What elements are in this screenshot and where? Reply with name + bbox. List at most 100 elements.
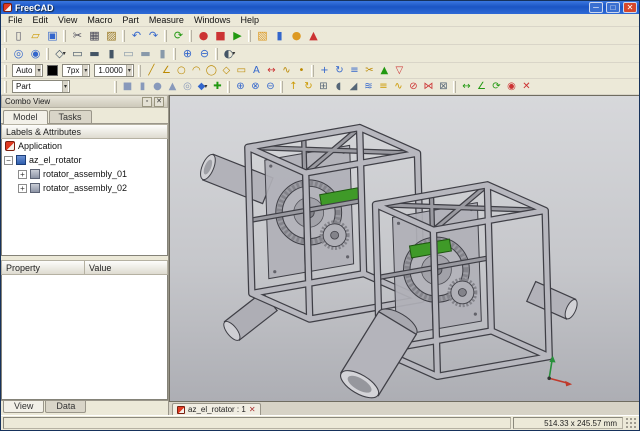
paste-button[interactable]: ▨ — [103, 28, 120, 44]
boolean-union-button[interactable]: ⊕ — [233, 80, 248, 94]
dock-close-button[interactable]: ✕ — [154, 96, 164, 107]
property-table-body[interactable] — [1, 275, 168, 400]
toolbar-drag-handle[interactable] — [137, 64, 141, 77]
part-compound-button[interactable]: ⊠ — [436, 80, 451, 94]
3d-scene[interactable] — [170, 96, 639, 401]
solid-cylinder-button[interactable]: ▮ — [271, 28, 288, 44]
part-chamfer-button[interactable]: ◢ — [346, 80, 361, 94]
toolbar-drag-handle[interactable] — [4, 47, 7, 60]
line-color-swatch[interactable] — [47, 65, 59, 76]
view-right-button[interactable]: ▮ — [103, 46, 120, 62]
draft-arc-button[interactable]: ◠ — [189, 64, 204, 78]
3d-viewport[interactable] — [169, 95, 639, 402]
expander-icon[interactable]: + — [18, 169, 27, 179]
tab-view[interactable]: View — [3, 401, 45, 413]
part-cone-button[interactable]: ▲ — [165, 80, 180, 94]
toolbar-drag-handle[interactable] — [4, 80, 7, 93]
draw-style-button[interactable]: ◐ ▾ — [221, 46, 238, 62]
toolbar-drag-handle[interactable] — [453, 80, 456, 93]
menu-help[interactable]: Help — [235, 14, 264, 26]
zoom-out-button[interactable]: ⊖ — [196, 46, 213, 62]
part-cross-sections-button[interactable]: ⋈ — [421, 80, 436, 94]
draft-line-button[interactable]: ╱ — [144, 64, 159, 78]
menu-view[interactable]: View — [53, 14, 82, 26]
menu-measure[interactable]: Measure — [144, 14, 189, 26]
view-bottom-button[interactable]: ▬ — [137, 46, 154, 62]
menu-part[interactable]: Part — [117, 14, 144, 26]
draft-bspline-button[interactable]: ∿ — [279, 64, 294, 78]
tab-tasks[interactable]: Tasks — [48, 110, 92, 123]
draft-point-button[interactable]: • — [294, 64, 309, 78]
draft-offset-button[interactable]: ≡ — [347, 64, 362, 78]
tree-root-application[interactable]: Application — [1, 139, 168, 152]
toolbar-drag-handle[interactable] — [164, 29, 167, 42]
draft-ellipse-button[interactable]: ◯ — [204, 64, 219, 78]
macro-record-button[interactable]: ● — [195, 28, 212, 44]
tab-model[interactable]: Model — [3, 110, 48, 124]
boolean-common-button[interactable]: ⊗ — [248, 80, 263, 94]
menu-windows[interactable]: Windows — [189, 14, 236, 26]
expander-icon[interactable]: − — [4, 155, 13, 165]
toolbar-drag-handle[interactable] — [189, 29, 192, 42]
part-mirror-button[interactable]: ⊞ — [316, 80, 331, 94]
tree-item-rotator_assembly_01[interactable]: + rotator_assembly_01 — [4, 167, 167, 181]
tree-item-document[interactable]: − az_el_rotator — [4, 153, 167, 167]
scale-spinbox[interactable]: 1.0000 ▾ — [94, 64, 134, 77]
draft-trimex-button[interactable]: ✂ — [362, 64, 377, 78]
toolbar-drag-handle[interactable] — [227, 80, 230, 93]
workbench-selector[interactable]: Part ▾ — [12, 80, 70, 93]
part-extrude-button[interactable]: ↑ — [286, 80, 301, 94]
save-document-button[interactable]: ▣ — [44, 28, 61, 44]
draft-plane-combo[interactable]: Auto ▾ — [12, 64, 44, 77]
part-torus-button[interactable]: ◎ — [180, 80, 195, 94]
part-sphere-button[interactable]: ● — [150, 80, 165, 94]
view-top-button[interactable]: ▬ — [86, 46, 103, 62]
macro-run-button[interactable]: ▶ — [229, 28, 246, 44]
draft-circle-button[interactable]: ○ — [174, 64, 189, 78]
solid-sphere-button[interactable]: ● — [288, 28, 305, 44]
part-loft-button[interactable]: ≡ — [376, 80, 391, 94]
part-fillet-button[interactable]: ◖ — [331, 80, 346, 94]
part-revolve-button[interactable]: ↻ — [301, 80, 316, 94]
zoom-in-button[interactable]: ⊕ — [179, 46, 196, 62]
toolbar-drag-handle[interactable] — [4, 64, 7, 77]
minimize-button[interactable]: ─ — [589, 2, 603, 13]
tab-data[interactable]: Data — [45, 401, 87, 413]
cut-button[interactable]: ✂ — [69, 28, 86, 44]
copy-button[interactable]: ▦ — [86, 28, 103, 44]
toolbar-drag-handle[interactable] — [114, 80, 117, 93]
expander-icon[interactable]: + — [18, 183, 27, 193]
view-fit-all-button[interactable]: ◎ — [10, 46, 27, 62]
draft-move-button[interactable]: + — [317, 64, 332, 78]
draft-upgrade-button[interactable]: ▲ — [377, 64, 392, 78]
view-left-button[interactable]: ▮ — [154, 46, 171, 62]
refresh-button[interactable]: ⟳ — [170, 28, 187, 44]
open-document-button[interactable]: ▱ — [27, 28, 44, 44]
toolbar-drag-handle[interactable] — [248, 29, 251, 42]
measure-linear-button[interactable]: ↔ — [459, 80, 474, 94]
part-ruled-surface-button[interactable]: ≋ — [361, 80, 376, 94]
menu-macro[interactable]: Macro — [82, 14, 117, 26]
part-section-button[interactable]: ⊘ — [406, 80, 421, 94]
line-width-combo[interactable]: 7px ▾ — [62, 64, 91, 77]
part-sweep-button[interactable]: ∿ — [391, 80, 406, 94]
view-fit-selection-button[interactable]: ◉ — [27, 46, 44, 62]
view-axonometric-button[interactable]: ◇ ▾ — [52, 46, 69, 62]
toolbar-drag-handle[interactable] — [63, 29, 66, 42]
draft-downgrade-button[interactable]: ▽ — [392, 64, 407, 78]
toolbar-drag-handle[interactable] — [310, 64, 314, 77]
column-property[interactable]: Property — [1, 260, 85, 275]
draft-dimension-button[interactable]: ↔ — [264, 64, 279, 78]
menu-edit[interactable]: Edit — [28, 14, 54, 26]
toolbar-drag-handle[interactable] — [122, 29, 125, 42]
close-button[interactable]: ✕ — [623, 2, 637, 13]
document-tab[interactable]: az_el_rotator : 1 ✕ — [172, 403, 261, 415]
draft-rotate-button[interactable]: ↻ — [332, 64, 347, 78]
shape-builder-button[interactable]: ✚ — [210, 80, 225, 94]
draft-polygon-button[interactable]: ◇ — [219, 64, 234, 78]
part-primitives-button[interactable]: ◆ ▾ — [195, 80, 210, 94]
toolbar-drag-handle[interactable] — [46, 47, 49, 60]
solid-cone-button[interactable]: ▲ — [305, 28, 322, 44]
measure-clear-button[interactable]: ✕ — [519, 80, 534, 94]
maximize-button[interactable]: □ — [606, 2, 620, 13]
